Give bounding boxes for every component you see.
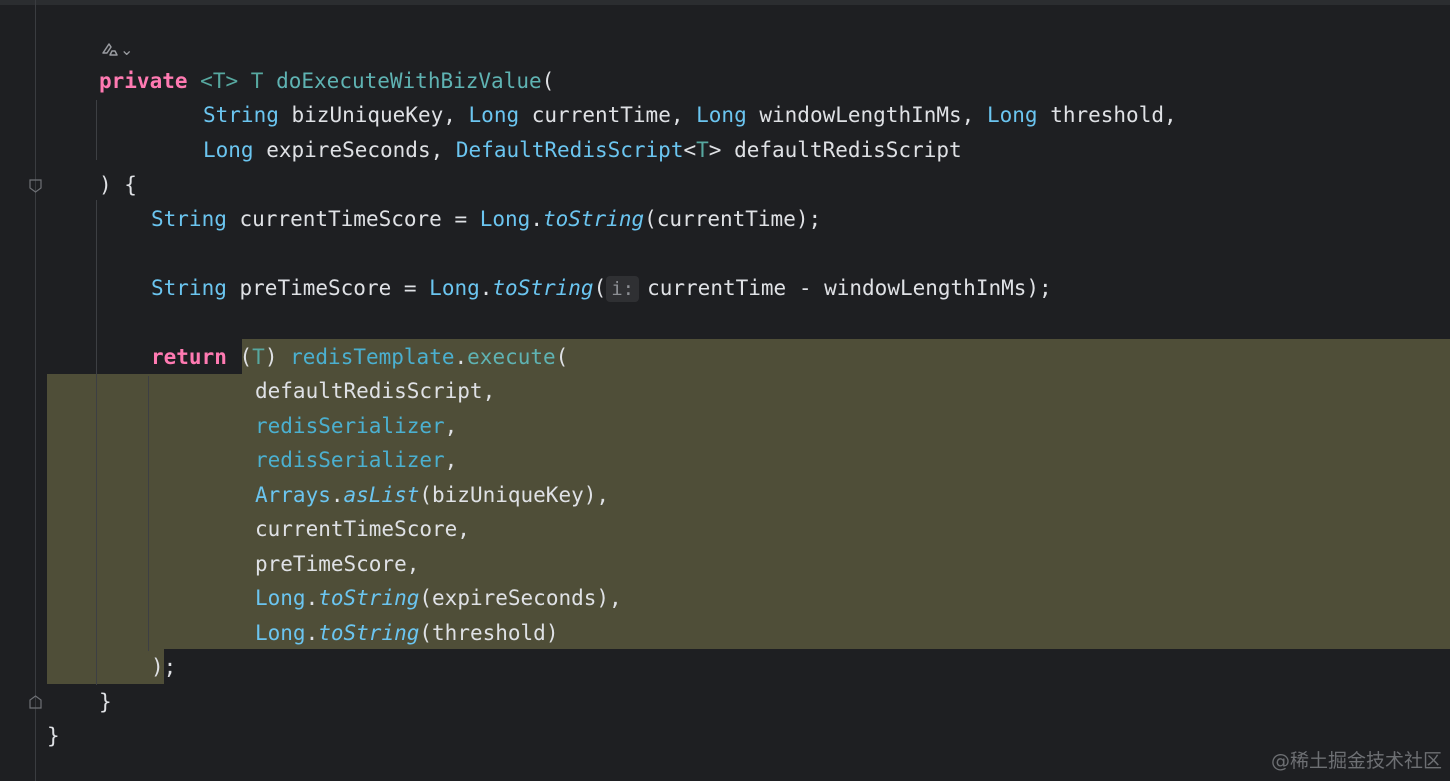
- code-line[interactable]: String currentTimeScore = Long.toString(…: [151, 203, 821, 235]
- indent-guide: [96, 200, 97, 685]
- chevron-down-icon[interactable]: ⌄: [120, 40, 133, 59]
- usage-highlight-3: [47, 649, 164, 684]
- fold-start-icon[interactable]: [29, 179, 42, 193]
- code-line[interactable]: String preTimeScore = Long.toString(i: cu…: [151, 272, 1052, 304]
- code-line[interactable]: Long.toString(threshold): [255, 617, 558, 649]
- fold-end-icon[interactable]: [29, 695, 42, 709]
- code-line[interactable]: }: [99, 686, 112, 718]
- code-line[interactable]: currentTimeScore,: [255, 513, 470, 545]
- editor-top-border: [0, 0, 1450, 5]
- code-line[interactable]: redisSerializer,: [255, 444, 457, 476]
- parameter-hint: i:: [606, 276, 640, 302]
- indent-guide: [96, 100, 97, 160]
- code-line[interactable]: redisSerializer,: [255, 410, 457, 442]
- ai-assistant-icon[interactable]: ⌄: [100, 40, 133, 60]
- code-line[interactable]: Arrays.asList(bizUniqueKey),: [255, 479, 609, 511]
- code-line[interactable]: return (T) redisTemplate.execute(: [151, 341, 568, 373]
- watermark: @稀土掘金技术社区: [1270, 750, 1442, 772]
- code-line[interactable]: ) {: [99, 169, 137, 201]
- code-line[interactable]: }: [47, 720, 60, 752]
- code-line[interactable]: Long expireSeconds, DefaultRedisScript<T…: [203, 134, 962, 166]
- code-line[interactable]: );: [151, 651, 176, 683]
- code-line[interactable]: private <T> T doExecuteWithBizValue(: [99, 65, 554, 97]
- code-line[interactable]: String bizUniqueKey, Long currentTime, L…: [203, 99, 1177, 131]
- code-line[interactable]: preTimeScore,: [255, 548, 419, 580]
- code-line[interactable]: defaultRedisScript,: [255, 375, 495, 407]
- gutter-separator: [35, 0, 36, 781]
- indent-guide: [148, 376, 149, 651]
- code-editor[interactable]: ⌄ private <T> T doExecuteWithBizValue( S…: [0, 0, 1450, 781]
- code-line[interactable]: Long.toString(expireSeconds),: [255, 582, 622, 614]
